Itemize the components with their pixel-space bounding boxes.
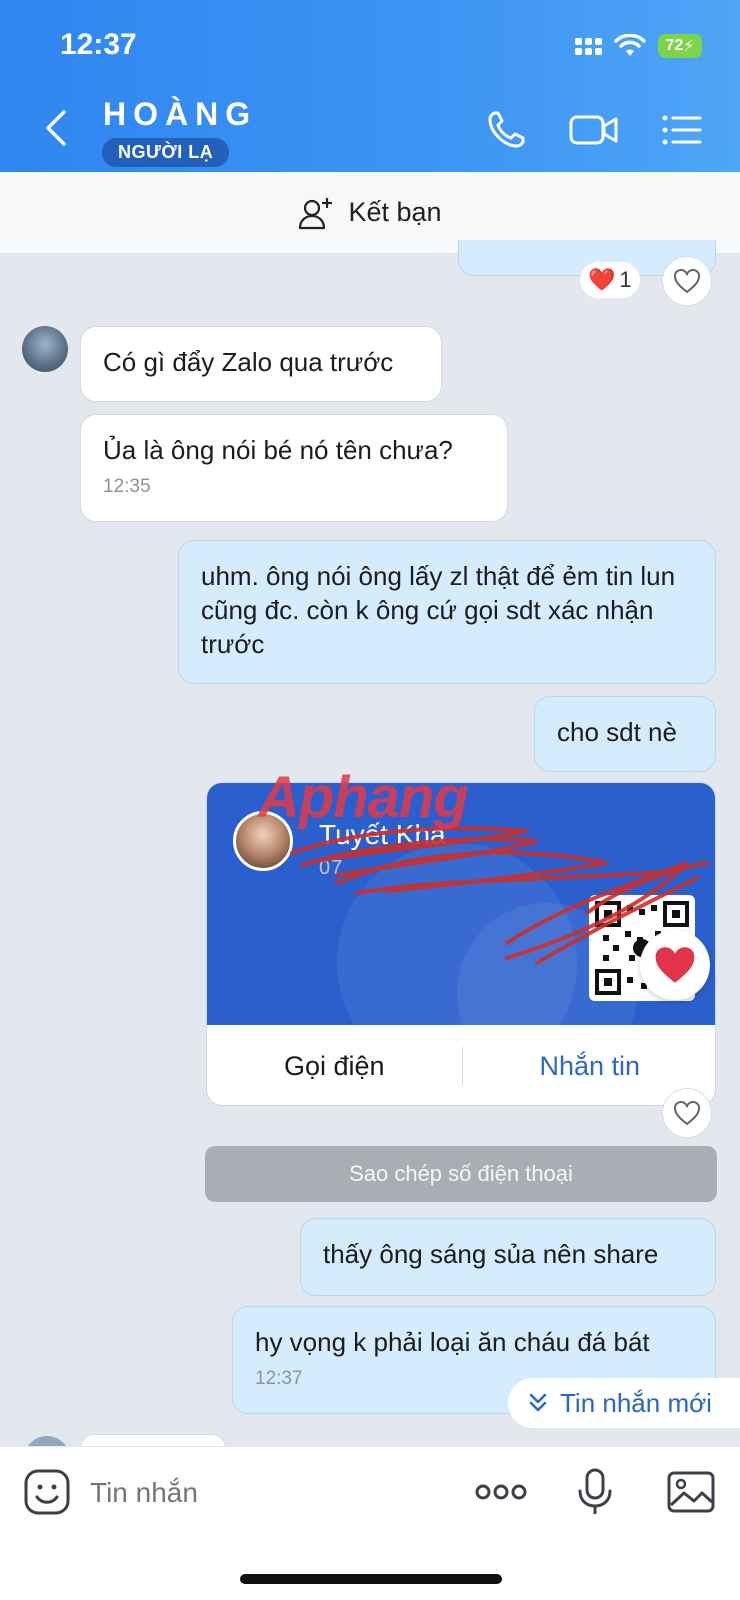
battery-indicator: 72 ⚡ [658,34,702,58]
message-text: Có gì đẩy Zalo qua trước [103,347,394,377]
watermark-logo: Aphang [258,765,469,830]
react-heart-icon[interactable] [662,1088,712,1138]
call-button[interactable]: Gọi điện [207,1051,462,1082]
message-bubble-incoming[interactable]: Có gì đẩy Zalo qua trước [80,326,442,402]
video-call-icon[interactable] [568,108,620,152]
reaction-summary[interactable]: ❤️ 1 [580,262,640,298]
image-gallery-icon[interactable] [666,1467,716,1517]
add-friend-label: Kết bạn [348,197,442,227]
microphone-icon[interactable] [570,1467,620,1517]
menu-icon[interactable] [660,108,704,152]
heart-reaction-icon: ❤️ [588,267,616,292]
contact-name[interactable]: HOÀNG [103,96,257,133]
phone-call-icon[interactable] [484,108,528,152]
reaction-count: 1 [619,267,632,292]
message-bubble-outgoing[interactable]: cho sdt nè [534,696,716,772]
message-time: 12:35 [103,476,151,497]
message-button[interactable]: Nhắn tin [463,1051,716,1082]
back-icon[interactable] [40,108,74,148]
status-icons: 72 ⚡ [575,34,702,58]
message-text: thấy ông sáng sủa nên share [323,1239,659,1269]
message-bubble-outgoing[interactable]: thấy ông sáng sủa nên share [300,1218,716,1296]
chevron-double-down-icon [529,1393,547,1412]
message-text: cho sdt nè [557,717,677,747]
message-input[interactable] [90,1471,450,1515]
message-text: uhm. ông nói ông lấy zl thật để ẻm tin l… [201,561,676,659]
home-indicator[interactable] [240,1574,502,1584]
cellular-signal-icon [575,37,602,55]
copy-phone-button[interactable]: Sao chép số điện thoại [205,1146,717,1202]
more-options-icon[interactable] [474,1467,528,1517]
sender-avatar[interactable] [22,326,68,372]
message-text: hy vọng k phải loại ăn cháu đá bát [255,1327,650,1357]
add-friend-icon [299,197,333,229]
battery-level: 72 [665,37,684,54]
card-heart-icon[interactable] [640,930,710,1000]
wifi-icon [614,34,646,56]
message-bubble-outgoing[interactable]: uhm. ông nói ông lấy zl thật để ẻm tin l… [178,540,716,684]
new-messages-button[interactable]: Tin nhắn mới [508,1378,740,1428]
message-text: Ủa là ông nói bé nó tên chưa? [103,435,453,465]
stranger-badge: NGƯỜI LẠ [102,138,230,167]
chat-header: 12:37 72 ⚡ HOÀNG NGƯỜI LẠ [0,0,740,172]
status-time: 12:37 [60,28,137,61]
react-heart-icon[interactable] [662,256,712,306]
message-bubble-incoming[interactable]: Ủa là ông nói bé nó tên chưa? 12:35 [80,414,508,522]
new-messages-label: Tin nhắn mới [560,1387,712,1418]
contact-card-actions: Gọi điện Nhắn tin [207,1025,716,1105]
sticker-icon[interactable] [22,1467,72,1517]
